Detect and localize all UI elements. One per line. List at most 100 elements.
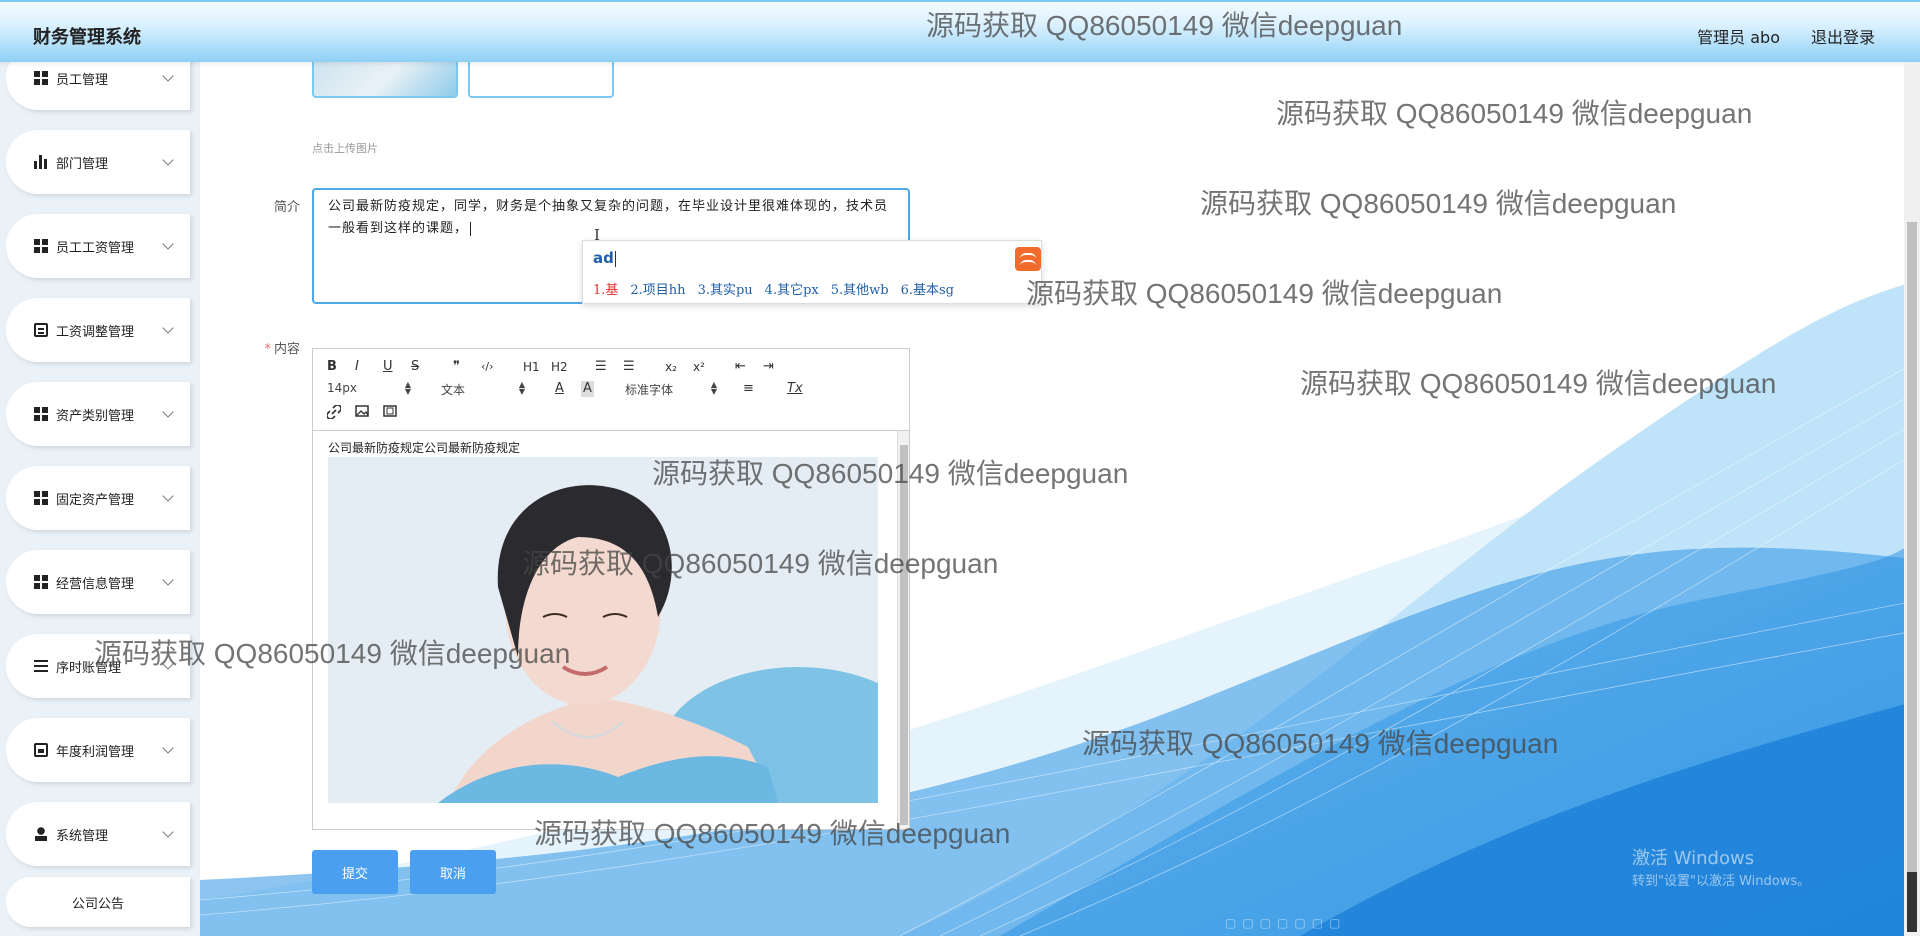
image-icon[interactable] bbox=[355, 405, 369, 422]
ime-candidate[interactable]: 5.其他wb bbox=[831, 279, 889, 298]
chevron-down-icon bbox=[162, 573, 174, 586]
main-form-area: 点击上传图片 简介 公司最新防疫规定，同学，财务是个抽象又复杂的问题，在毕业设计… bbox=[200, 62, 1900, 936]
required-mark: * bbox=[264, 342, 271, 357]
ordered-list-button[interactable]: ☰ bbox=[595, 359, 607, 375]
font-color-button[interactable]: A bbox=[555, 381, 564, 397]
sidebar-item-department[interactable]: 部门管理 bbox=[6, 130, 190, 194]
editor-content[interactable]: 公司最新防疫规定公司最新防疫规定 bbox=[313, 431, 909, 829]
superscript-button[interactable]: x² bbox=[693, 359, 705, 375]
grid-icon bbox=[34, 491, 48, 505]
ime-candidate[interactable]: 1.基 bbox=[593, 279, 618, 298]
chevron-down-icon bbox=[162, 321, 174, 334]
background-color-button[interactable]: A bbox=[581, 381, 594, 397]
editor-toolbar: B I U S ❞ ‹/› H1 H2 ☰ ☰ x₂ x² ⇤ ⇥ 14px ▲ ▼… bbox=[313, 349, 909, 431]
code-button[interactable]: ‹/› bbox=[481, 359, 494, 375]
rich-text-editor[interactable]: B I U S ❞ ‹/› H1 H2 ☰ ☰ x₂ x² ⇤ ⇥ 14px ▲ ▼… bbox=[312, 348, 910, 830]
ime-candidate[interactable]: 6.基本sg bbox=[901, 279, 954, 298]
sidebar-item-label: 工资调整管理 bbox=[56, 324, 135, 340]
sidebar-item-label: 部门管理 bbox=[56, 156, 109, 172]
sidebar-item-salary-adjust[interactable]: 工资调整管理 bbox=[6, 298, 190, 362]
ime-candidate[interactable]: 4.其它px bbox=[765, 279, 819, 298]
underline-button[interactable]: U bbox=[383, 359, 393, 375]
sidebar-item-label: 年度利润管理 bbox=[56, 744, 135, 760]
sidebar-item-system[interactable]: 系统管理 bbox=[6, 802, 190, 866]
editor-scrollbar[interactable] bbox=[897, 431, 909, 829]
list-icon bbox=[34, 659, 48, 673]
logout-button[interactable]: 退出登录 bbox=[1811, 24, 1875, 48]
font-size-select[interactable]: 14px ▲ ▼ bbox=[327, 381, 411, 396]
align-button[interactable]: ≡ bbox=[743, 381, 754, 397]
page-scroll-bottom[interactable] bbox=[1907, 872, 1917, 932]
cancel-button[interactable]: 取消 bbox=[410, 850, 496, 894]
text-cursor bbox=[470, 221, 472, 236]
grid-icon bbox=[34, 575, 48, 589]
h2-button[interactable]: H2 bbox=[551, 359, 568, 375]
top-header: 财务管理系统 管理员 abo 退出登录 bbox=[0, 0, 1920, 62]
chevron-down-icon bbox=[162, 405, 174, 418]
app-title: 财务管理系统 bbox=[33, 27, 141, 48]
embedded-portrait-image bbox=[328, 457, 878, 803]
activate-windows-title: 激活 Windows bbox=[1632, 848, 1755, 869]
bullet-list-button[interactable]: ☰ bbox=[623, 359, 635, 375]
video-icon[interactable] bbox=[383, 405, 397, 422]
sidebar-item-journal[interactable]: 序时账管理 bbox=[6, 634, 190, 698]
sidebar-item-label: 公司公告 bbox=[71, 896, 124, 912]
ime-input-text: ad bbox=[593, 249, 614, 267]
user-icon bbox=[34, 827, 48, 841]
page-scroll-thumb[interactable] bbox=[1907, 222, 1917, 872]
bar-chart-icon bbox=[34, 155, 48, 169]
ime-candidate[interactable]: 2.项目hh bbox=[630, 279, 685, 298]
ime-candidate-popup: ad 1.基 2.项目hh 3.其实pu 4.其它px 5.其他wb 6.基本s… bbox=[582, 240, 1042, 304]
italic-button[interactable]: I bbox=[355, 359, 359, 375]
sidebar-item-salary[interactable]: 员工工资管理 bbox=[6, 214, 190, 278]
editor-scroll-thumb[interactable] bbox=[900, 445, 908, 825]
chevron-down-icon bbox=[162, 825, 174, 838]
ime-page-arrow-icon[interactable]: ‹ bbox=[1031, 277, 1037, 293]
chevron-down-icon bbox=[162, 657, 174, 670]
blockquote-button[interactable]: ❞ bbox=[453, 359, 460, 375]
ime-candidate[interactable]: 3.其实pu bbox=[698, 279, 753, 298]
chevron-down-icon bbox=[162, 69, 174, 82]
page-scrollbar[interactable] bbox=[1904, 62, 1920, 936]
outdent-button[interactable]: ⇤ bbox=[735, 359, 746, 375]
sidebar-item-label: 经营信息管理 bbox=[56, 576, 135, 592]
sidebar-item-business-info[interactable]: 经营信息管理 bbox=[6, 550, 190, 614]
chevron-down-icon bbox=[162, 153, 174, 166]
ime-logo-icon[interactable] bbox=[1015, 247, 1041, 271]
strike-button[interactable]: S bbox=[411, 359, 419, 375]
sidebar-item-announcement[interactable]: 公司公告 bbox=[6, 877, 190, 927]
format-select[interactable]: 文本 ▲ ▼ bbox=[441, 381, 525, 398]
editor-body-text: 公司最新防疫规定公司最新防疫规定 bbox=[328, 441, 521, 455]
grid-icon bbox=[34, 407, 48, 421]
subscript-button[interactable]: x₂ bbox=[665, 359, 677, 375]
bold-button[interactable]: B bbox=[327, 359, 337, 375]
indent-button[interactable]: ⇥ bbox=[763, 359, 774, 375]
select-arrows-icon: ▲ ▼ bbox=[710, 380, 717, 396]
link-icon[interactable] bbox=[326, 404, 342, 424]
intro-text: 公司最新防疫规定，同学，财务是个抽象又复杂的问题，在毕业设计里很难体现的，技术员… bbox=[328, 199, 889, 236]
font-family-value: 标准字体 bbox=[625, 383, 674, 397]
intro-label: 简介 bbox=[273, 200, 300, 215]
font-family-select[interactable]: 标准字体 ▲ ▼ bbox=[625, 381, 717, 398]
submit-button[interactable]: 提交 bbox=[312, 850, 398, 894]
format-value: 文本 bbox=[441, 383, 466, 397]
sidebar-item-label: 员工管理 bbox=[56, 72, 109, 88]
sidebar-item-annual-profit[interactable]: 年度利润管理 bbox=[6, 718, 190, 782]
checklist-icon bbox=[34, 743, 48, 757]
grid-icon bbox=[34, 239, 48, 253]
content-label: * 内容 bbox=[200, 338, 300, 357]
content-label-text: 内容 bbox=[273, 342, 300, 357]
sidebar-item-fixed-asset[interactable]: 固定资产管理 bbox=[6, 466, 190, 530]
upload-image-slot[interactable] bbox=[468, 62, 614, 98]
activate-windows-subtitle: 转到"设置"以激活 Windows。 bbox=[1632, 874, 1811, 889]
sidebar: 员工管理 部门管理 员工工资管理 工资调整管理 资产类别管理 固定资产管理 经营… bbox=[0, 46, 200, 936]
chevron-down-icon bbox=[162, 237, 174, 250]
h1-button[interactable]: H1 bbox=[523, 359, 540, 375]
sidebar-item-label: 序时账管理 bbox=[56, 660, 122, 676]
sidebar-item-label: 资产类别管理 bbox=[56, 408, 135, 424]
clean-format-button[interactable]: Tx bbox=[787, 381, 803, 397]
sidebar-item-asset-category[interactable]: 资产类别管理 bbox=[6, 382, 190, 446]
grid-icon bbox=[34, 71, 48, 85]
sidebar-item-label: 员工工资管理 bbox=[56, 240, 135, 256]
uploaded-image-thumbnail[interactable] bbox=[312, 62, 458, 98]
